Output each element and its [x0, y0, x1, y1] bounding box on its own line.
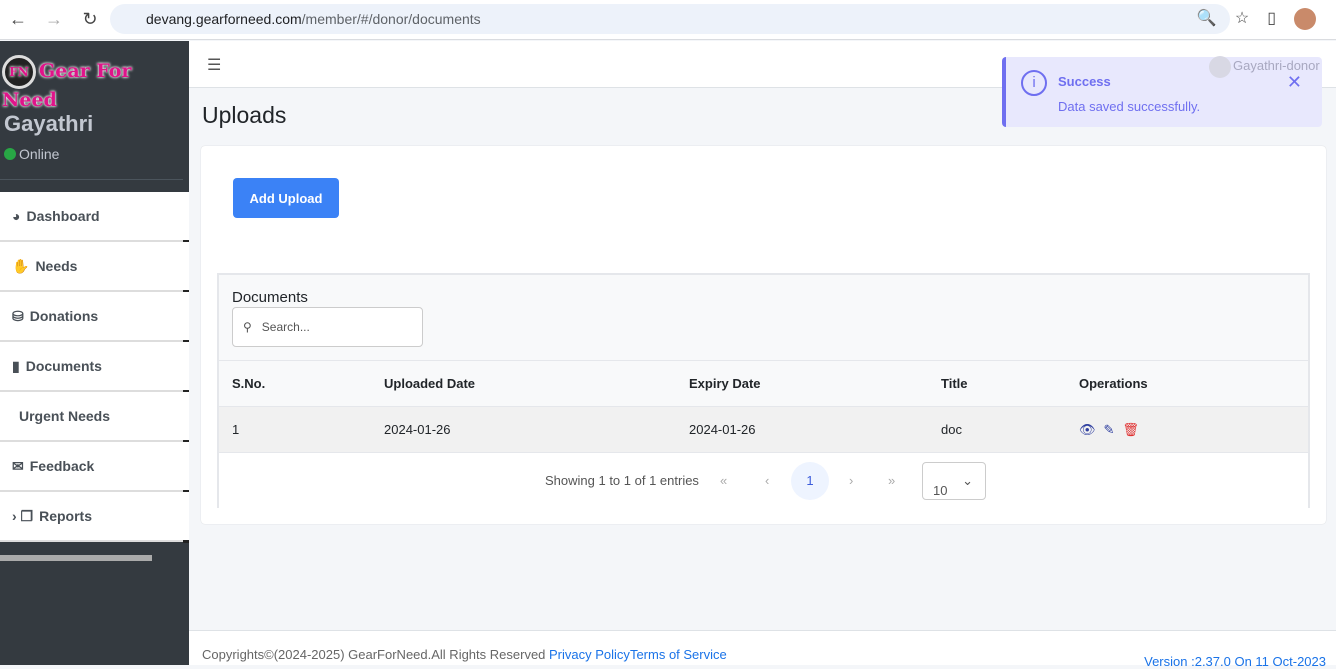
entries-info: Showing 1 to 1 of 1 entries	[545, 473, 699, 488]
sidebar-item-dashboard[interactable]: ◕ Dashboard	[0, 192, 189, 243]
zoom-icon[interactable]: 🔍	[1197, 8, 1217, 30]
status: Online	[4, 146, 59, 162]
next-page-button[interactable]: ›	[849, 473, 853, 488]
url-host: devang.gearforneed.com	[146, 11, 302, 27]
sidebar-item-donations[interactable]: ⛁ Donations	[0, 292, 189, 343]
profile-avatar[interactable]	[1294, 8, 1316, 30]
delete-icon[interactable]: 🗑	[1122, 422, 1139, 438]
first-page-button[interactable]: «	[720, 473, 727, 488]
donation-icon: ⛁	[12, 307, 24, 324]
hamburger-icon[interactable]: ☰	[207, 55, 221, 75]
prev-page-button[interactable]: ‹	[765, 473, 769, 488]
cell-title: doc	[941, 422, 962, 437]
back-icon[interactable]: ←	[0, 9, 36, 30]
user-name: Gayathri	[4, 111, 94, 136]
table-caption: Documents	[232, 289, 308, 306]
sidebar-item-urgent-needs[interactable]: Urgent Needs	[0, 392, 189, 443]
sidebar-item-label: Donations	[29, 308, 99, 324]
cell-expiry-date: 2024-01-26	[689, 422, 756, 437]
cell-sno: 1	[232, 422, 240, 437]
sidebar: FN Gear For Need Gayathri Online ◕ Dashboa…	[0, 41, 189, 665]
search-icon: ⚲	[243, 320, 252, 334]
privacy-policy-link[interactable]: Privacy Policy	[549, 647, 630, 662]
page-title: Uploads	[202, 102, 287, 128]
page-size-select[interactable]: 10 ⌄	[922, 462, 986, 500]
table-header: S.No. Uploaded Date Expiry Date Title Op…	[219, 360, 1308, 406]
footer: Copyrights©(2024-2025) GearForNeed.All R…	[189, 630, 1336, 669]
sidebar-item-feedback[interactable]: ✉ Feedback	[0, 442, 189, 493]
dashboard-icon: ◕	[12, 208, 21, 224]
divider	[0, 179, 183, 180]
sidebar-scrollbar[interactable]	[0, 555, 152, 561]
column-header[interactable]: Expiry Date	[689, 376, 761, 391]
column-header[interactable]: Uploaded Date	[384, 376, 475, 391]
view-icon[interactable]: 👁	[1079, 422, 1096, 438]
sidebar-item-documents[interactable]: ▮ Documents	[0, 342, 189, 393]
sidepanel-icon[interactable]: ▯	[1267, 8, 1276, 30]
sidebar-item-label: Feedback	[29, 458, 95, 474]
online-dot-icon	[4, 148, 16, 160]
user-avatar[interactable]	[1209, 56, 1231, 78]
last-page-button[interactable]: »	[888, 473, 895, 488]
sidebar-item-label: Urgent Needs	[19, 408, 111, 424]
page-size-value: 10	[933, 483, 948, 498]
pagination: Showing 1 to 1 of 1 entries « ‹ 1 › » 10…	[219, 452, 1308, 508]
sidebar-item-label: Documents	[25, 358, 102, 374]
version: Version :2.37.0 On 11 Oct-2023	[1144, 654, 1326, 669]
sidebar-menu: ◕ Dashboard ✋ Needs ⛁ Donations ▮ Documents …	[0, 192, 189, 543]
chevron-down-icon: ⌄	[962, 473, 973, 488]
sidebar-item-reports[interactable]: › ❐ Reports	[0, 492, 189, 543]
logo[interactable]: FN Gear For Need	[2, 55, 189, 111]
page-1-button[interactable]: 1	[791, 462, 829, 500]
sidebar-item-label: Needs	[35, 258, 78, 274]
toast-title: Success	[1058, 74, 1111, 89]
reload-icon[interactable]: ↻	[72, 9, 108, 30]
add-upload-button[interactable]: Add Upload	[233, 178, 339, 218]
close-icon[interactable]: ✕	[1287, 72, 1302, 93]
copyright: Copyrights©(2024-2025) GearForNeed.All R…	[202, 647, 550, 662]
sidebar-item-label: Dashboard	[26, 208, 100, 224]
table-row: 1 2024-01-26 2024-01-26 doc 👁 ✎ 🗑	[219, 406, 1308, 452]
address-bar[interactable]: devang.gearforneed.com/member/#/donor/do…	[110, 4, 1230, 34]
sidebar-item-needs[interactable]: ✋ Needs	[0, 242, 189, 293]
forward-icon[interactable]: →	[36, 9, 72, 30]
search-placeholder: Search...	[261, 320, 310, 334]
column-header: Operations	[1079, 376, 1148, 391]
envelope-icon: ✉	[12, 457, 24, 474]
column-header[interactable]: Title	[941, 376, 968, 391]
user-menu[interactable]: Gayathri-donor	[1233, 58, 1320, 73]
terms-link[interactable]: Terms of Service	[630, 647, 727, 662]
file-icon: ▮	[12, 357, 20, 374]
star-icon[interactable]: ☆	[1235, 8, 1249, 30]
status-text: Online	[19, 146, 60, 162]
reports-icon: › ❐	[12, 507, 34, 524]
cell-uploaded-date: 2024-01-26	[384, 422, 451, 437]
search-input[interactable]: ⚲ Search...	[232, 307, 423, 347]
uploads-card: Add Upload Documents ⚲ Search... S.No. Up…	[201, 146, 1326, 524]
url-path: /member/#/donor/documents	[301, 11, 481, 27]
info-icon: i	[1021, 70, 1047, 96]
toast-message: Data saved successfully.	[1058, 99, 1201, 114]
documents-table: Documents ⚲ Search... S.No. Uploaded Date…	[217, 273, 1310, 508]
edit-icon[interactable]: ✎	[1104, 422, 1115, 438]
hand-icon: ✋	[12, 257, 30, 274]
column-header[interactable]: S.No.	[232, 376, 265, 391]
sidebar-item-label: Reports	[39, 508, 93, 524]
browser-bar: ← → ↻ devang.gearforneed.com/member/#/do…	[0, 0, 1336, 40]
